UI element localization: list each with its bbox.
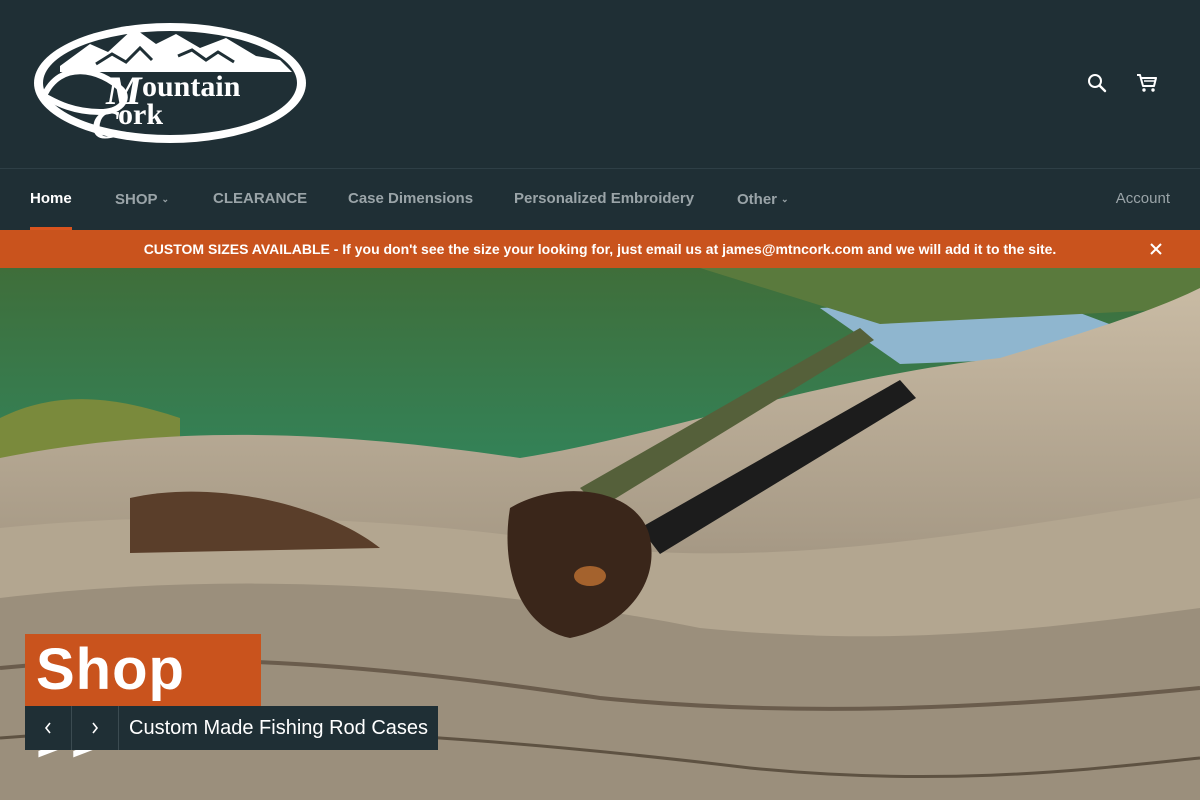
nav-item-shop[interactable]: SHOP ⌄ — [115, 169, 169, 230]
close-icon[interactable] — [1150, 230, 1162, 268]
chevron-down-icon: ⌄ — [161, 194, 170, 204]
site-header: M ountain C ork — [0, 0, 1200, 168]
chevron-left-icon[interactable] — [25, 706, 72, 750]
nav-item-personalized-embroidery[interactable]: Personalized Embroidery — [514, 169, 694, 230]
mountain-cork-logo[interactable]: M ountain C ork — [30, 20, 310, 146]
main-nav: Home SHOP ⌄ CLEARANCE Case Dimensions Per… — [0, 168, 1200, 230]
announcement-text: CUSTOM SIZES AVAILABLE - If you don't se… — [143, 241, 1057, 257]
chevron-down-icon: ⌄ — [781, 194, 789, 204]
cart-icon[interactable] — [1134, 70, 1160, 96]
nav-item-clearance[interactable]: CLEARANCE — [213, 169, 307, 230]
svg-text:ork: ork — [118, 98, 163, 131]
slideshow-controls: Custom Made Fishing Rod Cases — [25, 706, 439, 750]
nav-item-case-dimensions[interactable]: Case Dimensions — [348, 169, 473, 230]
nav-item-home[interactable]: Home — [30, 169, 72, 230]
search-icon[interactable] — [1084, 70, 1110, 96]
nav-item-other[interactable]: Other ⌄ — [737, 169, 789, 230]
account-link[interactable]: Account — [1116, 169, 1170, 230]
nav-item-label: SHOP — [115, 191, 158, 208]
chevron-right-icon[interactable] — [72, 706, 119, 750]
svg-text:C: C — [92, 102, 120, 146]
announcement-bar: CUSTOM SIZES AVAILABLE - If you don't se… — [0, 230, 1200, 268]
shop-cta-button[interactable]: Shop >> — [25, 634, 261, 774]
nav-item-label: Other — [737, 191, 778, 208]
slide-caption: Custom Made Fishing Rod Cases — [129, 717, 429, 739]
